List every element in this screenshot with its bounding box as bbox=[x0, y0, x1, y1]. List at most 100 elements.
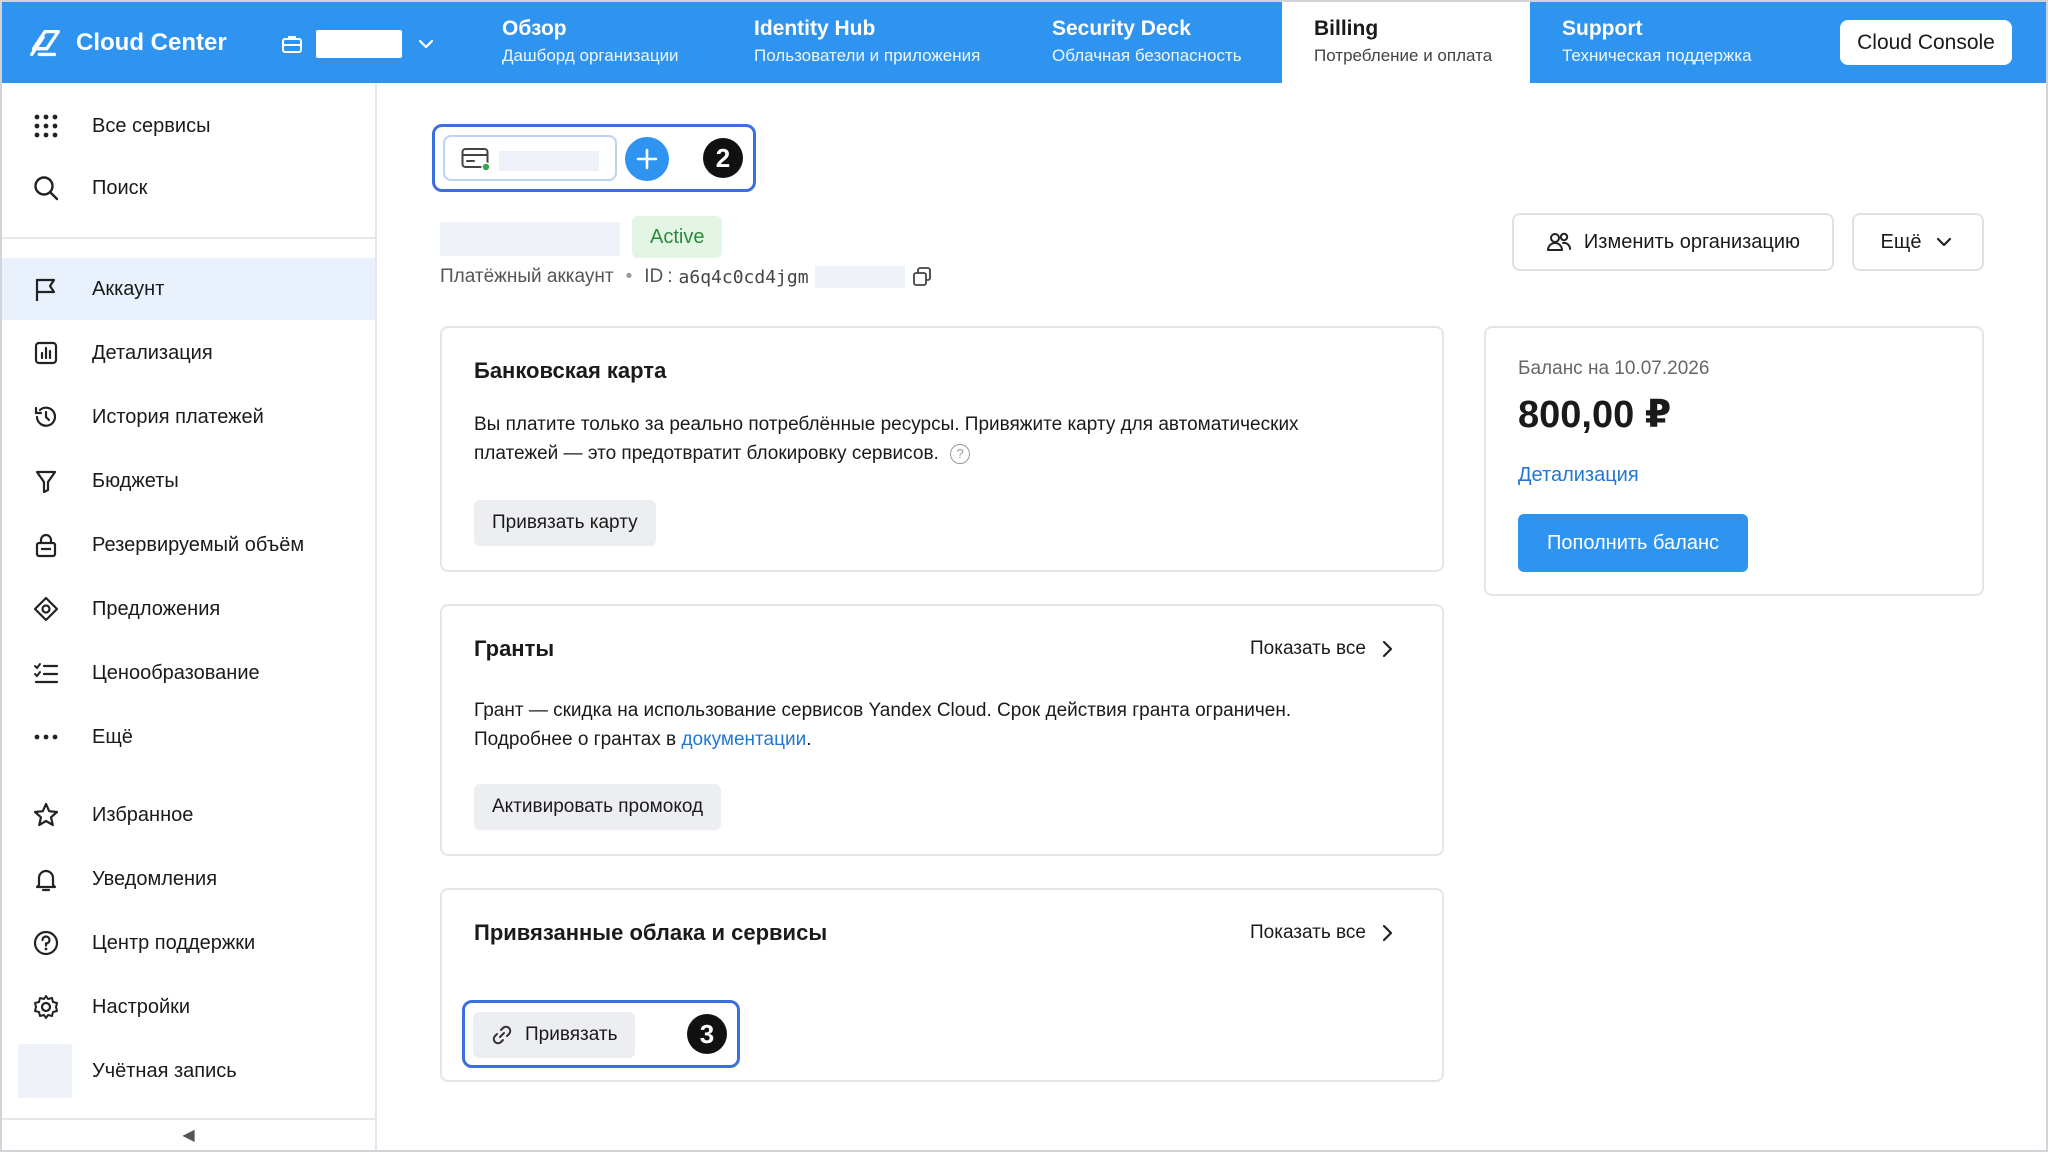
account-name-placeholder bbox=[440, 222, 620, 256]
list-check-icon bbox=[30, 657, 62, 689]
chevron-down-icon bbox=[1937, 237, 1952, 247]
sidebar-item-label: Настройки bbox=[92, 995, 191, 1018]
sidebar-item-label: Детализация bbox=[92, 341, 213, 364]
sidebar-item-label: Центр поддержки bbox=[92, 931, 256, 954]
history-icon bbox=[30, 401, 62, 433]
more-dropdown-button[interactable]: Ещё bbox=[1852, 213, 1984, 271]
balance-panel: Баланс на 10.07.2026 800,00 ₽ Детализаци… bbox=[1484, 326, 1984, 596]
plus-icon bbox=[636, 148, 658, 170]
step-badge-3: 3 bbox=[687, 1014, 727, 1054]
tab-subtitle: Облачная безопасность bbox=[1052, 46, 1242, 65]
more-icon bbox=[30, 721, 62, 753]
sidebar-item-search[interactable]: Поиск bbox=[2, 157, 375, 219]
sidebar-item-label: Поиск bbox=[92, 176, 148, 199]
sidebar-item-label: Избранное bbox=[92, 803, 194, 826]
tab-title: Billing bbox=[1314, 17, 1379, 40]
sidebar-item-payment-history[interactable]: История платежей bbox=[2, 386, 375, 448]
sidebar-item-offers[interactable]: Предложения bbox=[2, 578, 375, 640]
question-icon[interactable]: ? bbox=[950, 443, 971, 464]
button-label: Привязать bbox=[525, 1024, 618, 1045]
tab-title: Security Deck bbox=[1052, 17, 1191, 40]
users-icon bbox=[1546, 232, 1571, 251]
sidebar-item-budgets[interactable]: Бюджеты bbox=[2, 450, 375, 512]
panel-title: Гранты bbox=[474, 636, 555, 661]
cloud-console-button[interactable]: Cloud Console bbox=[1840, 20, 2012, 65]
grants-show-all-link[interactable]: Показать все bbox=[1250, 638, 1394, 660]
bank-card-description-line2: платежей — это предотвратит блокировку с… bbox=[474, 439, 971, 468]
credit-card-icon bbox=[461, 148, 491, 171]
tab-subtitle: Пользователи и приложения bbox=[754, 46, 981, 65]
collapse-arrow-icon: ◀ bbox=[182, 1127, 195, 1144]
bell-icon bbox=[30, 863, 62, 895]
sidebar-item-label: Учётная запись bbox=[92, 1059, 237, 1082]
briefcase-icon bbox=[282, 36, 302, 53]
tab-subtitle: Потребление и оплата bbox=[1314, 46, 1493, 65]
activate-promocode-button[interactable]: Активировать промокод bbox=[474, 784, 722, 830]
sidebar-item-reserved-volume[interactable]: Резервируемый объём bbox=[2, 514, 375, 576]
sidebar-item-details[interactable]: Детализация bbox=[2, 322, 375, 384]
balance-amount: 800,00 ₽ bbox=[1518, 394, 1672, 436]
billing-account-selector[interactable] bbox=[443, 135, 617, 181]
change-organization-button[interactable]: Изменить организацию bbox=[1512, 213, 1834, 271]
bind-button-highlight: Привязать 3 bbox=[462, 1000, 740, 1068]
button-label: Ещё bbox=[1880, 230, 1922, 253]
brand[interactable]: Cloud Center bbox=[26, 2, 227, 83]
bank-card-description-line1: Вы платите только за реально потреблённы… bbox=[474, 414, 1299, 435]
sidebar-item-account[interactable]: Аккаунт bbox=[2, 258, 375, 320]
sidebar-item-label: Уведомления bbox=[92, 867, 218, 890]
account-type-label: Платёжный аккаунт bbox=[440, 266, 614, 287]
sidebar-item-notifications[interactable]: Уведомления bbox=[2, 848, 375, 910]
bind-card-button[interactable]: Привязать карту bbox=[474, 500, 656, 546]
organization-picker[interactable] bbox=[280, 24, 438, 64]
description-text: Подробнее о грантах в bbox=[474, 729, 682, 750]
balance-date-label: Баланс на 10.07.2026 bbox=[1518, 358, 1710, 379]
panel-title: Банковская карта bbox=[474, 358, 667, 383]
account-id-label: ID bbox=[644, 266, 664, 287]
search-icon bbox=[30, 172, 62, 204]
linked-clouds-panel: Привязанные облака и сервисы Показать вс… bbox=[440, 888, 1444, 1082]
sidebar-item-label: Аккаунт bbox=[92, 277, 165, 300]
bind-cloud-button[interactable]: Привязать bbox=[473, 1012, 636, 1058]
chevron-down-icon bbox=[418, 39, 434, 49]
sidebar-item-label: Резервируемый объём bbox=[92, 533, 305, 556]
add-account-button[interactable] bbox=[625, 137, 669, 181]
tab-overview[interactable]: Обзор Дашборд организации bbox=[470, 2, 714, 83]
description-text: . bbox=[806, 729, 812, 750]
tab-identity-hub[interactable]: Identity Hub Пользователи и приложения bbox=[722, 2, 1012, 83]
copy-icon[interactable] bbox=[911, 266, 933, 288]
linked-show-all-link[interactable]: Показать все bbox=[1250, 922, 1394, 944]
sidebar-item-label: Бюджеты bbox=[92, 469, 179, 492]
sidebar-item-label: Все сервисы bbox=[92, 114, 211, 137]
sidebar-item-settings[interactable]: Настройки bbox=[2, 976, 375, 1038]
panel-title: Привязанные облака и сервисы bbox=[474, 920, 828, 945]
grid-icon bbox=[30, 110, 62, 142]
billing-account-selector-highlight: 2 bbox=[432, 124, 756, 192]
sidebar-item-favorites[interactable]: Избранное bbox=[2, 784, 375, 846]
sidebar-item-user-account[interactable]: Учётная запись bbox=[2, 1040, 375, 1102]
tab-security-deck[interactable]: Security Deck Облачная безопасность bbox=[1020, 2, 1282, 83]
details-link[interactable]: Детализация bbox=[1518, 464, 1639, 487]
tab-support[interactable]: Support Техническая поддержка bbox=[1530, 2, 1810, 83]
separator-dot: • bbox=[625, 266, 633, 287]
sidebar-item-label: Ещё bbox=[92, 725, 133, 748]
grants-panel: Гранты Показать все Грант — скидка на ис… bbox=[440, 604, 1444, 856]
tab-billing[interactable]: Billing Потребление и оплата bbox=[1282, 2, 1530, 83]
sidebar-item-all-services[interactable]: Все сервисы bbox=[2, 95, 375, 157]
sidebar-item-support-center[interactable]: Центр поддержки bbox=[2, 912, 375, 974]
help-icon bbox=[30, 927, 62, 959]
top-up-balance-button[interactable]: Пополнить баланс bbox=[1518, 514, 1748, 572]
sidebar-item-pricing[interactable]: Ценообразование bbox=[2, 642, 375, 704]
tab-title: Identity Hub bbox=[754, 17, 876, 40]
link-icon bbox=[492, 1025, 512, 1045]
chevron-right-icon bbox=[1382, 924, 1393, 942]
grants-description-line2: Подробнее о грантах в документации. bbox=[474, 725, 811, 754]
sidebar-item-more[interactable]: Ещё bbox=[2, 706, 375, 768]
account-name-placeholder bbox=[499, 151, 599, 171]
sidebar-item-label: Предложения bbox=[92, 597, 221, 620]
documentation-link[interactable]: документации bbox=[681, 729, 806, 750]
show-all-label: Показать все bbox=[1250, 922, 1366, 943]
chevron-right-icon bbox=[1382, 640, 1393, 658]
collapse-sidebar-button[interactable]: ◀ bbox=[2, 1118, 375, 1150]
sidebar-item-label: Ценообразование bbox=[92, 661, 260, 684]
account-meta: Платёжный аккаунт • ID : a6q4c0cd4jgm bbox=[440, 266, 933, 288]
